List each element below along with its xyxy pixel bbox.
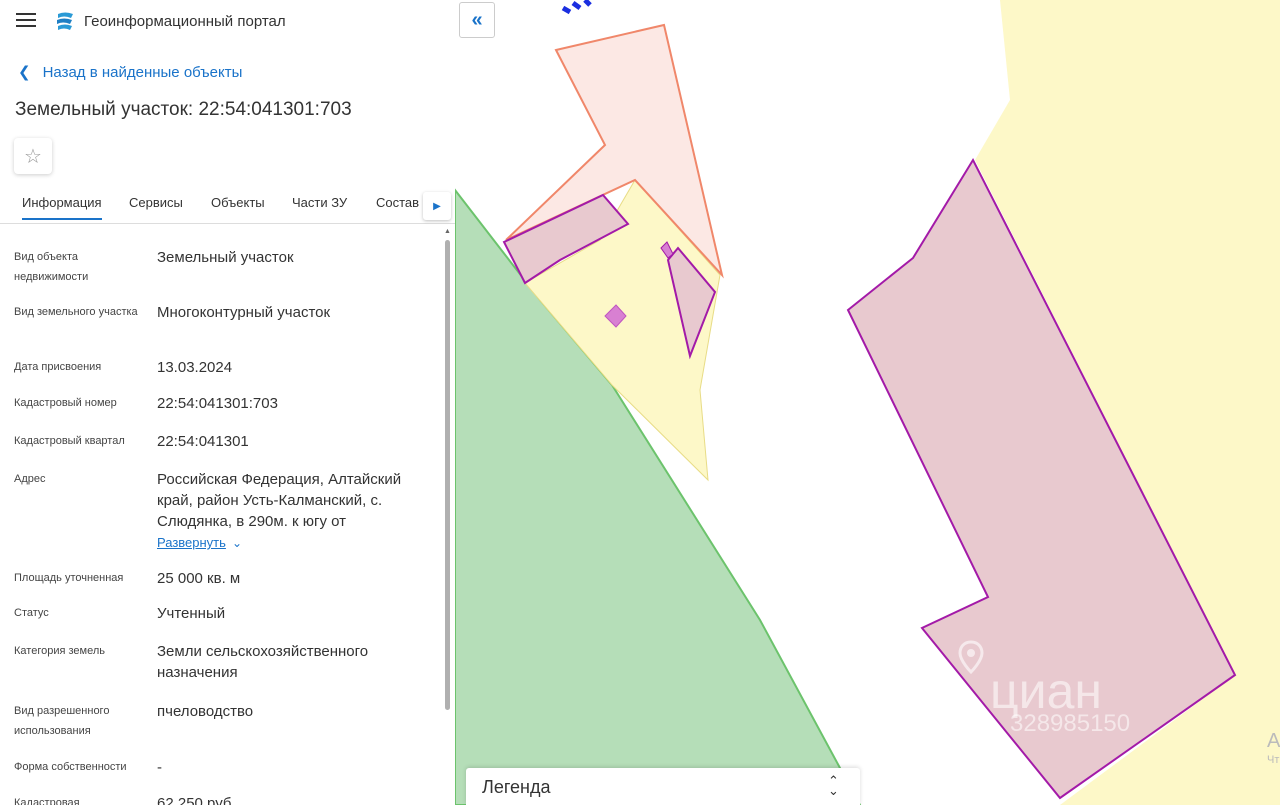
map-edge-label: Чт — [1267, 754, 1280, 766]
watermark-phone: 328985150 — [1010, 710, 1131, 737]
property-label: Статус — [14, 607, 49, 619]
portal-logo-icon[interactable] — [54, 10, 76, 32]
property-label: Кадастровый квартал — [14, 435, 125, 447]
property-label: Вид разрешенного использования — [14, 705, 110, 737]
tabs-scroll-right-button[interactable]: ▶ — [423, 192, 451, 220]
legend-expand-toggle-icon[interactable]: ⌃ ⌄ — [828, 774, 839, 797]
tab-composition[interactable]: Состав — [376, 195, 419, 210]
property-value: 25 000 кв. м — [157, 570, 241, 587]
hamburger-menu-icon[interactable] — [16, 13, 36, 29]
property-value: Земельный участок — [157, 249, 294, 266]
property-label: Адрес — [14, 473, 46, 485]
property-value: 13.03.2024 — [157, 359, 233, 376]
property-label: Кадастровая — [14, 797, 80, 805]
property-value: 22:54:041301 — [157, 433, 249, 450]
legend-title: Легенда — [482, 777, 551, 797]
scroll-thumb[interactable] — [445, 240, 450, 710]
property-label: Вид объекта недвижимости — [14, 251, 89, 283]
property-value: Учтенный — [157, 605, 226, 622]
favorite-button[interactable]: ☆ — [14, 138, 52, 174]
property-label: Дата присвоения — [14, 361, 102, 373]
legend-panel[interactable]: Легенда ⌃ ⌄ — [466, 768, 860, 805]
caret-right-icon: ▶ — [433, 200, 441, 212]
property-value: Земли сельскохозяйственного назначения — [157, 643, 369, 681]
property-value: 22:54:041301:703 — [157, 395, 278, 412]
page-title: Земельный участок: 22:54:041301:703 — [15, 99, 352, 120]
property-label: Вид земельного участка — [14, 306, 138, 318]
star-icon: ☆ — [24, 145, 42, 168]
portal-title[interactable]: Геоинформационный портал — [84, 13, 286, 30]
property-value: - — [157, 759, 162, 776]
tab-services[interactable]: Сервисы — [129, 195, 183, 210]
property-value: Российская Федерация, Алтайский край, ра… — [157, 471, 402, 530]
map-canvas[interactable]: циан 328985150 А Чт — [455, 0, 1280, 805]
tab-bar: Информация Сервисы Объекты Части ЗУ Сост… — [0, 190, 455, 224]
panel-scrollbar[interactable]: ▲ — [443, 228, 452, 805]
property-label: Кадастровый номер — [14, 397, 117, 409]
expand-address-link[interactable]: Развернуть — [157, 535, 226, 550]
property-label: Форма собственности — [14, 761, 127, 773]
scroll-up-arrow-icon[interactable]: ▲ — [443, 228, 452, 237]
back-to-results-link[interactable]: ❮ Назад в найденные объекты — [18, 63, 243, 82]
back-link-label: Назад в найденные объекты — [42, 63, 243, 81]
property-value: 62 250 руб — [157, 795, 232, 805]
chevron-down-icon[interactable]: ⌄ — [232, 536, 242, 550]
property-value: Многоконтурный участок — [157, 304, 331, 321]
tab-parts[interactable]: Части ЗУ — [292, 195, 347, 210]
map-layers[interactable] — [455, 0, 1280, 805]
watermark-pin-icon — [958, 640, 984, 674]
collapse-panel-button[interactable]: « — [459, 2, 495, 38]
chevron-left-icon: ❮ — [18, 64, 31, 81]
tab-information[interactable]: Информация — [22, 195, 102, 220]
info-panel: Геоинформационный портал ❮ Назад в найде… — [0, 0, 455, 805]
map-edge-label: А — [1267, 730, 1280, 752]
double-chevron-left-icon: « — [471, 8, 483, 31]
property-label: Категория земель — [14, 645, 105, 657]
property-value: пчеловодство — [157, 703, 254, 720]
tab-objects[interactable]: Объекты — [211, 195, 265, 210]
property-label: Площадь уточненная — [14, 572, 124, 584]
top-bar: Геоинформационный портал — [0, 0, 455, 44]
